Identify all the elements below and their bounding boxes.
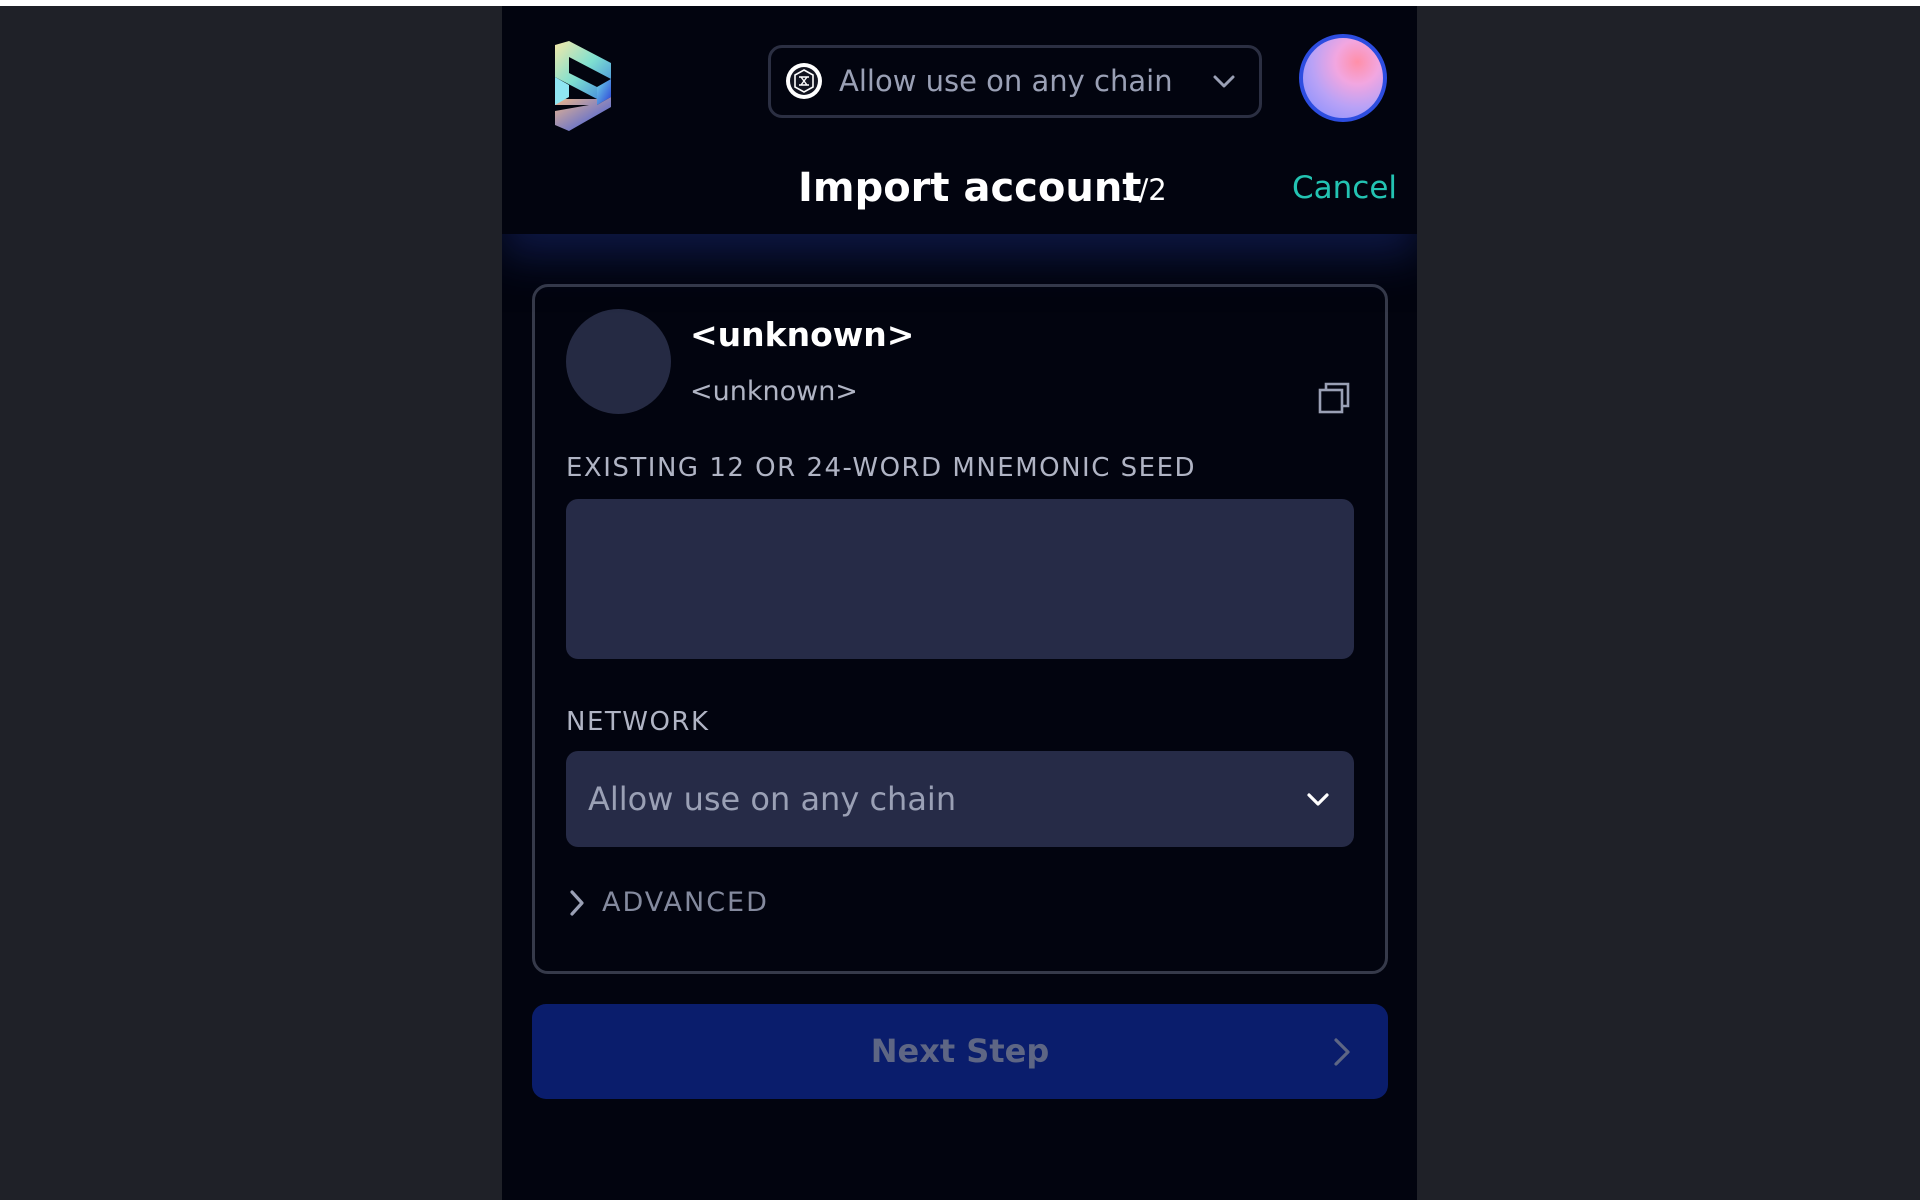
account-name: <unknown> [690, 315, 915, 354]
account-identicon [566, 309, 671, 414]
step-indicator: 1/2 [1120, 173, 1167, 207]
next-step-label: Next Step [870, 1032, 1050, 1070]
next-step-button[interactable]: Next Step [532, 1004, 1388, 1099]
page-title: Import account [798, 165, 1142, 211]
account-avatar-button[interactable] [1299, 34, 1387, 122]
network-field-label: NETWORK [566, 707, 710, 737]
chain-selector-value: Allow use on any chain [839, 64, 1173, 98]
extension-popup: Allow use on any chain Import account 1/… [502, 6, 1417, 1200]
chevron-right-icon [1334, 1038, 1350, 1066]
advanced-label: ADVANCED [602, 887, 769, 918]
chain-selector[interactable]: Allow use on any chain [768, 45, 1262, 118]
logo-icon [555, 41, 611, 131]
header: Allow use on any chain Import account 1/… [502, 6, 1417, 234]
cancel-link[interactable]: Cancel [1292, 168, 1397, 208]
network-dropdown-value: Allow use on any chain [588, 780, 957, 818]
chevron-down-icon [1213, 75, 1235, 88]
copy-icon[interactable] [1317, 381, 1351, 415]
import-form-card: <unknown> <unknown> EXISTING 12 OR 24-WO… [532, 284, 1388, 974]
chevron-down-icon [1307, 793, 1329, 806]
chevron-right-icon [570, 890, 584, 916]
seed-field-label: EXISTING 12 OR 24-WORD MNEMONIC SEED [566, 453, 1197, 483]
network-dropdown[interactable]: Allow use on any chain [566, 751, 1354, 847]
mnemonic-seed-input[interactable] [566, 499, 1354, 659]
account-address: <unknown> [690, 376, 858, 407]
chain-globe-icon [786, 63, 822, 99]
